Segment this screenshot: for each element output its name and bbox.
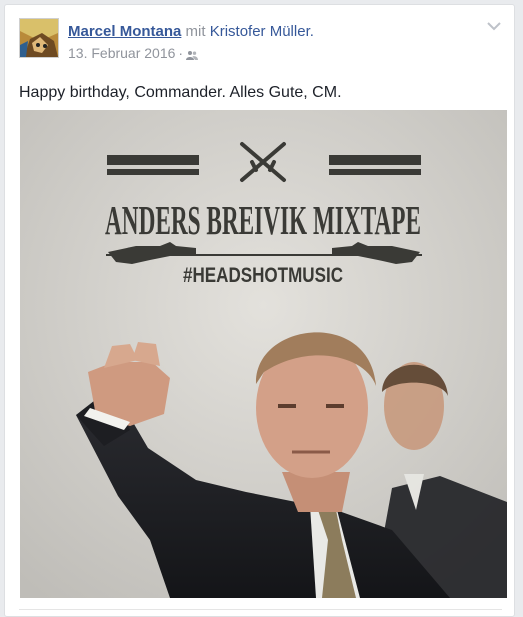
post-date-link[interactable]: 13. Februar 2016 [68, 45, 175, 61]
tagged-user-link[interactable]: Kristofer Müller. [210, 23, 314, 40]
avatar-image [20, 19, 58, 57]
photo-illustration: ANDERS BREIVIK MIXTAPE #HEADSHOTMUSIC [20, 110, 507, 598]
with-label: mit [185, 23, 206, 40]
meta-separator: · [178, 45, 184, 61]
author-avatar[interactable] [19, 18, 59, 58]
header-bars-right [329, 155, 421, 175]
post-photo[interactable]: ANDERS BREIVIK MIXTAPE #HEADSHOTMUSIC [20, 110, 507, 598]
friends-icon[interactable] [186, 47, 199, 64]
author-name-link[interactable]: Marcel Montana [68, 23, 181, 40]
header-bars-left [107, 155, 199, 175]
post-header: Marcel Montana mit Kristofer Müller. [68, 23, 314, 41]
hashtag-text: #HEADSHOTMUSIC [183, 264, 343, 287]
chevron-down-icon[interactable] [486, 19, 502, 33]
bottom-divider [19, 609, 502, 610]
post-meta: 13. Februar 2016 · [68, 45, 199, 64]
mixtape-title: ANDERS BREIVIK MIXTAPE [105, 197, 421, 243]
post-text: Happy birthday, Commander. Alles Gute, C… [19, 84, 342, 101]
post-card: Marcel Montana mit Kristofer Müller. 13.… [4, 4, 515, 617]
